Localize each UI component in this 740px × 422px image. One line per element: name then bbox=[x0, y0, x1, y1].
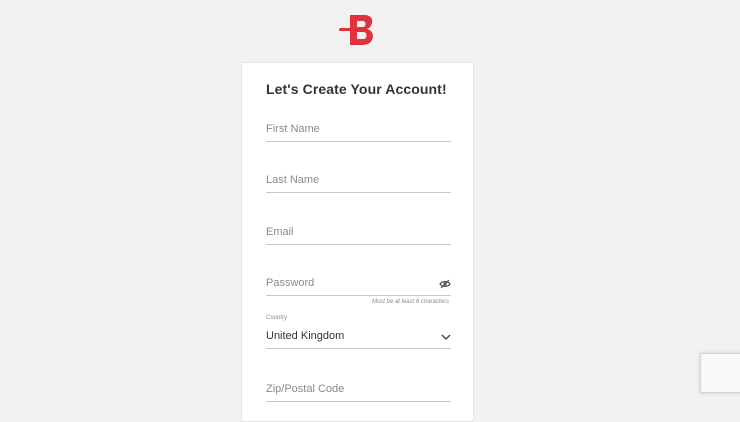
recaptcha-badge[interactable] bbox=[700, 353, 740, 393]
country-label: Country bbox=[266, 315, 288, 321]
eye-slash-icon[interactable] bbox=[439, 279, 451, 289]
create-account-card: Let's Create Your Account! First Name La… bbox=[241, 62, 474, 422]
password-placeholder: Password bbox=[266, 277, 315, 289]
chevron-down-icon bbox=[441, 334, 451, 340]
brand-logo-icon bbox=[339, 15, 373, 45]
last-name-field[interactable]: Last Name bbox=[266, 170, 451, 193]
email-field[interactable]: Email bbox=[266, 222, 451, 245]
password-hint: Must be at least 6 characters bbox=[371, 299, 449, 305]
first-name-placeholder: First Name bbox=[266, 123, 320, 135]
form-title: Let's Create Your Account! bbox=[266, 81, 447, 97]
country-value: United Kingdom bbox=[266, 330, 345, 342]
country-select[interactable]: United Kingdom bbox=[266, 326, 451, 349]
zip-placeholder: Zip/Postal Code bbox=[266, 383, 345, 395]
last-name-placeholder: Last Name bbox=[266, 174, 320, 186]
zip-code-field[interactable]: Zip/Postal Code bbox=[266, 379, 451, 402]
password-field[interactable]: Password bbox=[266, 273, 451, 296]
email-placeholder: Email bbox=[266, 226, 294, 238]
first-name-field[interactable]: First Name bbox=[266, 119, 451, 142]
